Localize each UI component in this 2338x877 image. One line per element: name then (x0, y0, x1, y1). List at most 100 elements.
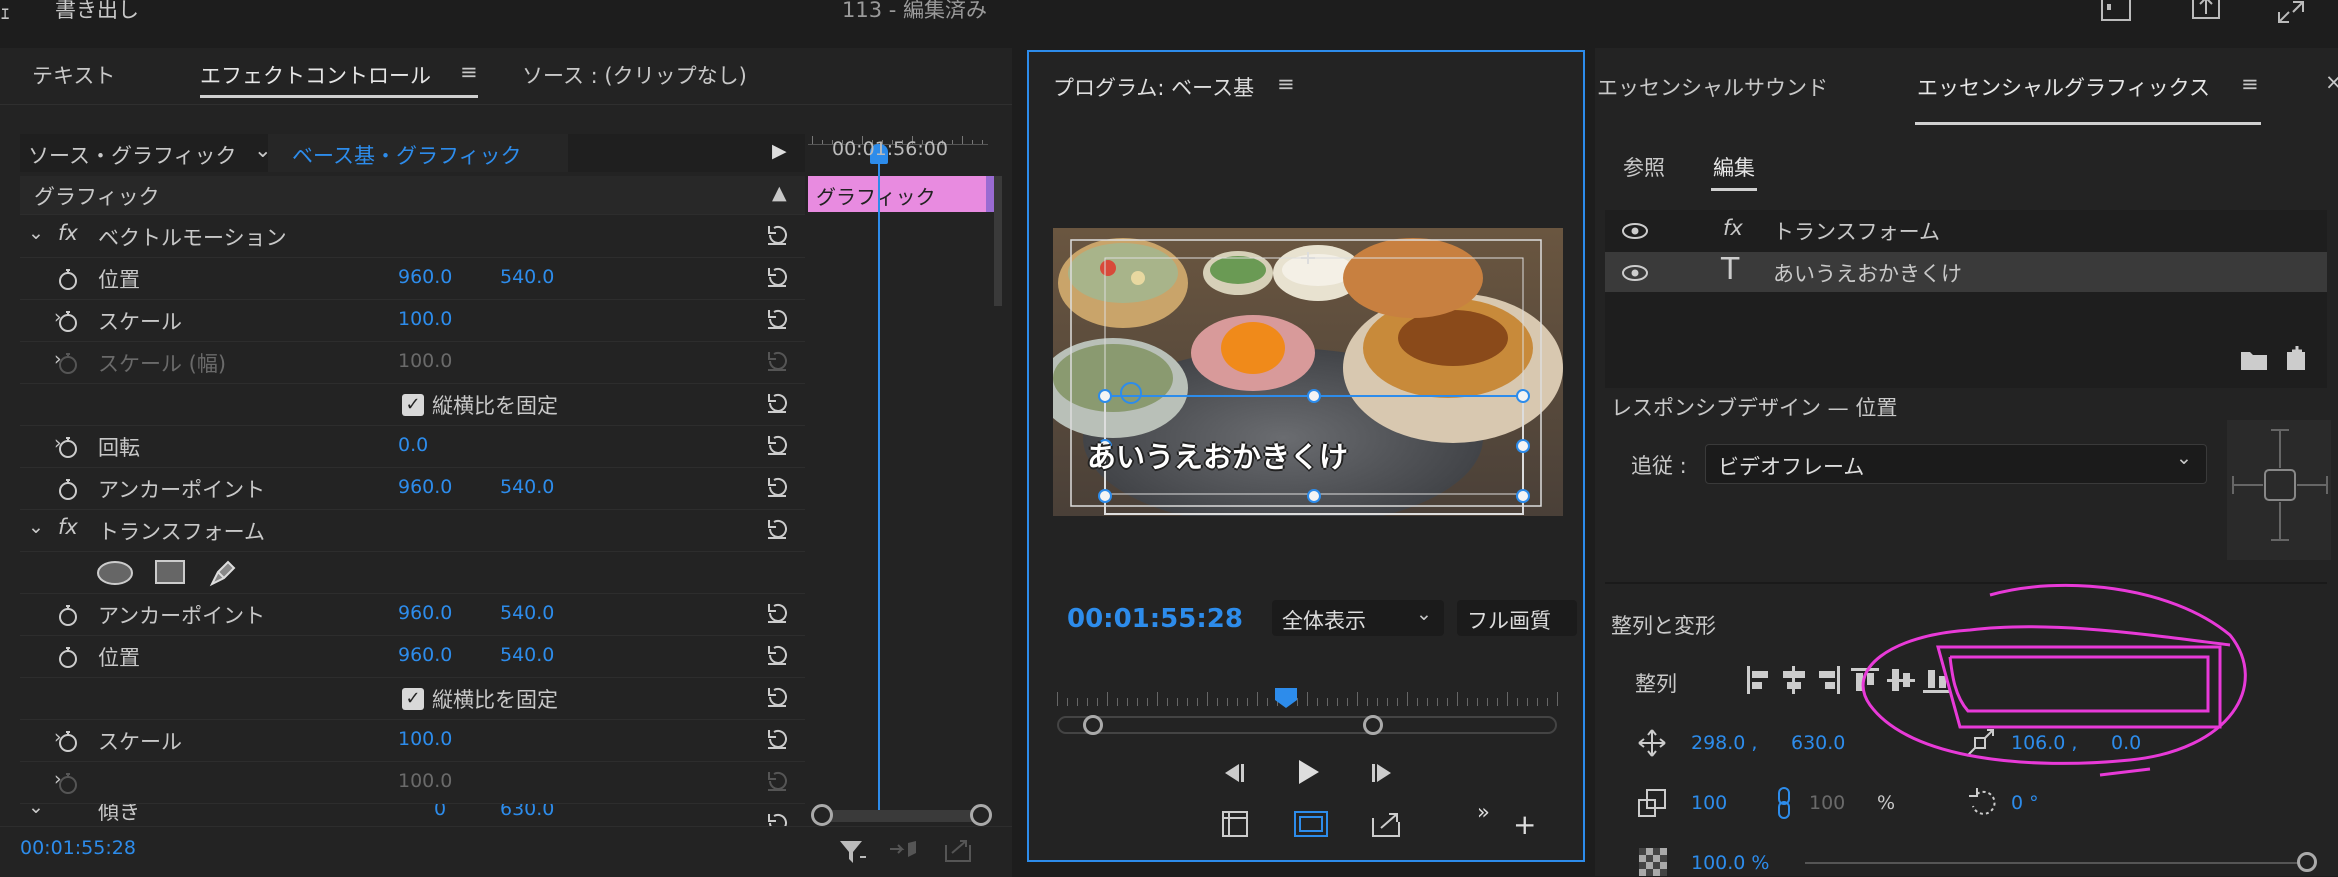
align-left-icon[interactable] (1741, 664, 1773, 696)
reset-icon[interactable] (764, 306, 790, 332)
step-back-icon[interactable] (1219, 758, 1247, 788)
tab-text[interactable]: テキスト (32, 60, 115, 90)
new-item-icon[interactable] (2283, 344, 2311, 372)
position-x[interactable]: 298.0 , (1691, 732, 1757, 754)
property-row-anchor-2[interactable]: アンカーポイント 960.0 540.0 (20, 594, 805, 636)
stopwatch-icon[interactable] (56, 728, 80, 754)
stopwatch-icon[interactable] (56, 602, 80, 628)
program-playhead[interactable] (1273, 686, 1299, 710)
value-y[interactable]: 540.0 (500, 266, 554, 288)
reset-icon[interactable] (764, 348, 790, 374)
panel-menu-icon[interactable]: ≡ (460, 60, 478, 84)
panel-icon[interactable] (2100, 0, 2132, 24)
property-row-scale[interactable]: › スケール 100.0 (20, 300, 805, 342)
property-row-skew[interactable]: ⌄ 傾き 0 630.0 (20, 804, 805, 824)
export-tab[interactable]: 書き出し (55, 0, 139, 24)
subtab-edit[interactable]: 編集 (1713, 152, 1755, 182)
value[interactable]: 0.0 (398, 434, 428, 456)
section-header[interactable]: グラフィック ▲ (20, 176, 805, 215)
ellipse-mask-icon[interactable] (96, 560, 134, 586)
vertical-scrollbar[interactable] (994, 176, 1002, 306)
reset-icon[interactable] (764, 768, 790, 794)
reset-icon[interactable] (764, 726, 790, 752)
align-center-h-icon[interactable] (1777, 664, 1809, 696)
align-right-icon[interactable] (1813, 664, 1845, 696)
tab-source[interactable]: ソース : (クリップなし) (522, 60, 747, 90)
workspace-edge-label[interactable]: ｪ (0, 0, 11, 26)
stopwatch-icon[interactable] (56, 770, 80, 796)
play-triangle-icon[interactable]: ▶ (772, 140, 787, 162)
property-row-scale-2[interactable]: › スケール 100.0 (20, 720, 805, 762)
stopwatch-icon[interactable] (56, 308, 80, 334)
rectangle-mask-icon[interactable] (154, 558, 186, 586)
position-y[interactable]: 630.0 (1791, 732, 1845, 754)
filter-icon[interactable] (836, 835, 870, 869)
pin-diagram[interactable] (2227, 420, 2331, 560)
export-frame-icon[interactable] (942, 835, 976, 865)
clip-end-handle[interactable] (986, 176, 994, 212)
reset-icon[interactable] (764, 222, 790, 248)
fullscreen-icon[interactable] (2275, 0, 2307, 24)
follow-select[interactable]: ビデオフレーム ⌄ (1705, 444, 2207, 484)
reset-icon[interactable] (764, 264, 790, 290)
panel-menu-icon[interactable]: ≡ (1277, 72, 1295, 96)
fx-row-transform[interactable]: ⌄ fx トランスフォーム (20, 510, 805, 552)
chevron-down-icon[interactable]: ⌄ (28, 222, 44, 244)
value[interactable]: 100.0 (398, 308, 452, 330)
program-timecode[interactable]: 00:01:55:28 (1067, 604, 1243, 634)
film-strip-icon[interactable] (1219, 808, 1251, 840)
stopwatch-icon[interactable] (56, 644, 80, 670)
zoom-handle-out[interactable] (1363, 715, 1383, 735)
layer-row-text[interactable]: T あいうえおかきくけ (1605, 252, 2327, 292)
reset-icon[interactable] (764, 516, 790, 542)
zoom-handle-right[interactable] (970, 804, 992, 826)
property-row-uniform-scale-2[interactable]: ✓ 縦横比を固定 (20, 678, 805, 720)
value-x[interactable]: 960.0 (398, 602, 452, 624)
collapse-icon[interactable]: ▲ (772, 182, 787, 204)
value-y[interactable]: 540.0 (500, 644, 554, 666)
add-button-icon[interactable]: + (1513, 808, 1536, 841)
quality-select[interactable]: フル画質 (1457, 600, 1577, 636)
opacity-slider-handle[interactable] (2297, 852, 2317, 872)
reset-icon[interactable] (764, 600, 790, 626)
link-icon[interactable] (1775, 786, 1793, 820)
reset-icon[interactable] (764, 432, 790, 458)
checkbox-checked[interactable]: ✓ (402, 394, 424, 416)
eye-icon[interactable] (1621, 264, 1649, 282)
layer-row-transform[interactable]: fx トランスフォーム (1605, 210, 2327, 250)
timeline-zoom-scrollbar[interactable] (822, 810, 982, 822)
tab-essential-sound[interactable]: エッセンシャルサウンド (1597, 72, 1828, 102)
zoom-handle-left[interactable] (811, 804, 833, 826)
value-x[interactable]: 960.0 (398, 644, 452, 666)
pen-mask-icon[interactable] (206, 556, 238, 588)
safe-margins-icon[interactable] (1293, 808, 1329, 840)
current-timecode[interactable]: 00:01:55:28 (20, 837, 136, 859)
chevron-down-icon[interactable]: ⌄ (28, 516, 44, 538)
reset-icon[interactable] (764, 474, 790, 500)
export-frame-icon[interactable] (1369, 808, 1403, 840)
reset-icon[interactable] (764, 684, 790, 710)
graphic-clip[interactable]: グラフィック (808, 176, 986, 212)
clip-name[interactable]: ベース基・グラフィック (292, 140, 522, 170)
zoom-handle-in[interactable] (1083, 715, 1103, 735)
stopwatch-icon[interactable] (56, 350, 80, 376)
stopwatch-icon[interactable] (56, 266, 80, 292)
share-icon[interactable] (2190, 0, 2222, 24)
property-row-anchor[interactable]: アンカーポイント 960.0 540.0 (20, 468, 805, 510)
value-y[interactable]: 630.0 (500, 804, 554, 820)
property-row-position[interactable]: 位置 960.0 540.0 (20, 258, 805, 300)
checkbox-checked[interactable]: ✓ (402, 688, 424, 710)
more-icon[interactable]: » (1477, 800, 1490, 824)
fx-row-vector-motion[interactable]: ⌄ fx ベクトルモーション (20, 216, 805, 258)
zoom-select[interactable]: 全体表示 ⌄ (1272, 600, 1444, 636)
opacity-slider-track[interactable] (1805, 862, 2305, 864)
play-icon[interactable] (1295, 756, 1323, 788)
value-x[interactable]: 0 (434, 804, 446, 820)
caption-text[interactable]: あいうえおかきくけ (1087, 434, 1348, 476)
eye-icon[interactable] (1621, 222, 1649, 240)
loop-audio-icon[interactable] (888, 837, 922, 865)
stopwatch-icon[interactable] (56, 434, 80, 460)
property-row-position-2[interactable]: 位置 960.0 540.0 (20, 636, 805, 678)
value-y[interactable]: 540.0 (500, 476, 554, 498)
step-forward-icon[interactable] (1369, 758, 1397, 788)
